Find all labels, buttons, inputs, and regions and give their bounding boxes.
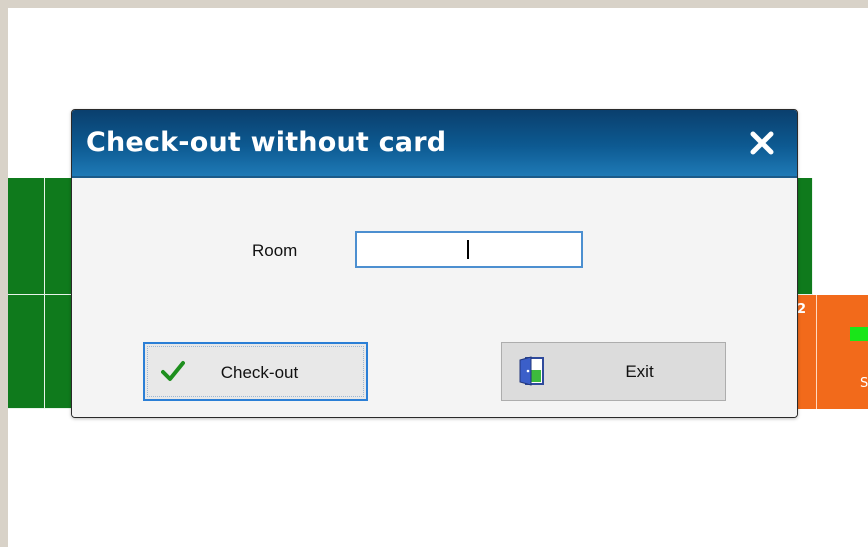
dialog-body: Room Check-out Exit [72,178,797,417]
close-button[interactable] [745,126,779,160]
checkout-dialog: Check-out without card Room Check-out Ex… [71,109,798,418]
window-frame-top [0,0,868,8]
room-label: Room [252,241,298,260]
close-icon [750,131,774,155]
dialog-titlebar[interactable]: Check-out without card [72,110,797,178]
room-status-label: S [860,376,868,391]
exit-button[interactable]: Exit [501,342,726,401]
checkout-button-label: Check-out [220,363,299,382]
exit-button-label: Exit [625,362,654,381]
room-number: 2 [797,302,807,317]
room-status-indicator [850,327,868,341]
room-input[interactable] [355,231,583,268]
room-tile[interactable] [8,178,45,295]
text-caret [467,240,469,259]
dialog-title: Check-out without card [86,127,447,158]
room-tile[interactable] [816,295,868,409]
room-tile[interactable] [8,295,45,409]
window-frame-left [0,0,8,547]
checkout-button[interactable]: Check-out [143,342,368,401]
